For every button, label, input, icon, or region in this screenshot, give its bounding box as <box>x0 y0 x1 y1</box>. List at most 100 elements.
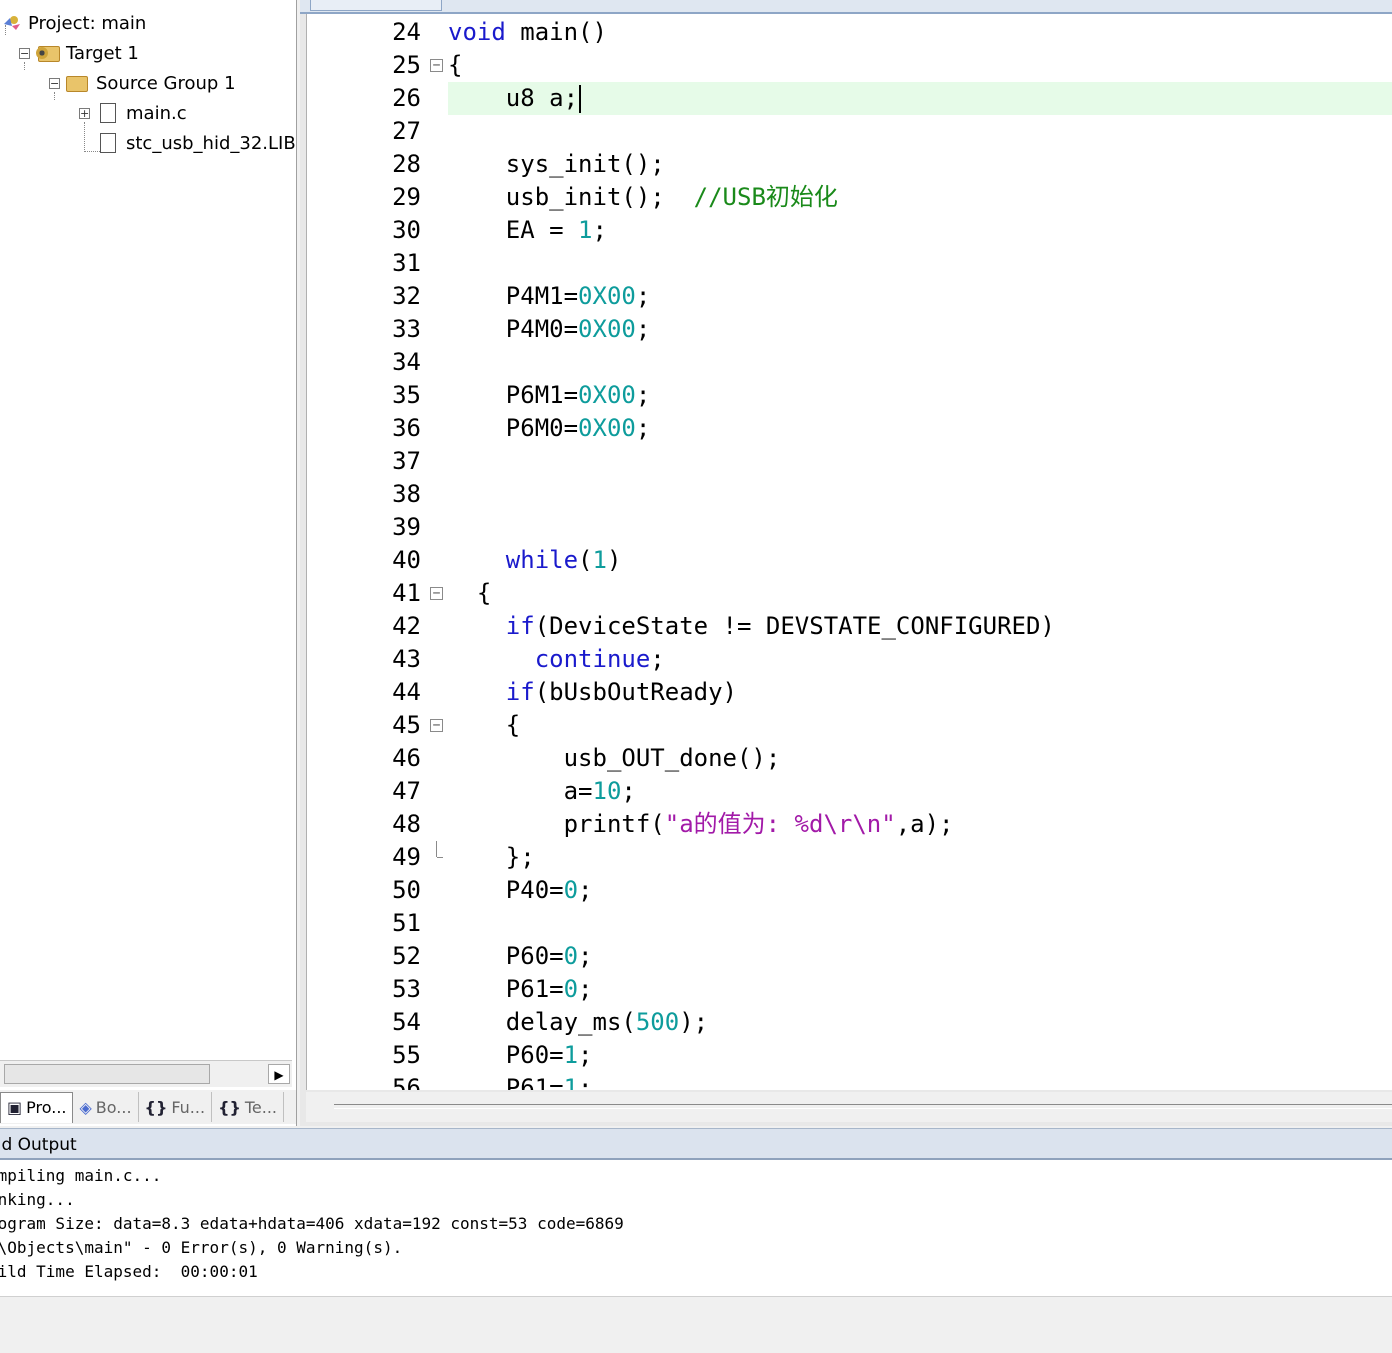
code-line[interactable]: 50 P40=0; <box>307 874 1392 907</box>
project-hscrollbar[interactable]: ▶ <box>0 1060 292 1087</box>
panel-title: ild Output <box>0 1135 77 1155</box>
code-token: ( <box>578 546 593 574</box>
code-line[interactable]: 55 P60=1; <box>307 1039 1392 1072</box>
line-number: 56 <box>392 1074 421 1090</box>
editor-hscrollbar[interactable] <box>306 1092 1392 1122</box>
code-token: 10 <box>592 777 622 805</box>
code-text: u8 a; <box>448 82 1392 115</box>
file-icon <box>96 103 118 123</box>
code-line[interactable]: 28 sys_init(); <box>307 148 1392 181</box>
code-line[interactable]: 46 usb_OUT_done(); <box>307 742 1392 775</box>
code-text: P4M0=0X00; <box>448 313 651 346</box>
code-token: //USB初始化 <box>693 183 838 211</box>
code-line[interactable]: 41− { <box>307 577 1392 610</box>
code-token: usb_OUT_done(); <box>448 744 781 772</box>
code-line[interactable]: 32 P4M1=0X00; <box>307 280 1392 313</box>
code-line[interactable]: 49 }; <box>307 841 1392 874</box>
line-number: 29 <box>392 183 421 211</box>
tree-item-source-group[interactable]: − Source Group 1 <box>49 68 236 98</box>
line-number: 34 <box>392 348 421 376</box>
scroll-track[interactable] <box>334 1104 1392 1109</box>
code-line[interactable]: 53 P61=0; <box>307 973 1392 1006</box>
tab-books[interactable]: ◈ Bo... <box>73 1092 139 1122</box>
code-line[interactable]: 40 while(1) <box>307 544 1392 577</box>
code-token: P6M0= <box>448 414 579 442</box>
tree-item-project[interactable]: Project: main <box>0 8 146 38</box>
code-token: EA = <box>448 216 579 244</box>
code-token: while <box>505 546 579 574</box>
code-token: ; <box>578 942 593 970</box>
code-line[interactable]: 26 u8 a; <box>307 82 1392 115</box>
code-line[interactable]: 56 P61=1; <box>307 1072 1392 1090</box>
code-line[interactable]: 29 usb_init(); //USB初始化 <box>307 181 1392 214</box>
code-token: main() <box>505 18 607 46</box>
file-icon <box>96 133 118 153</box>
code-line[interactable]: 45− { <box>307 709 1392 742</box>
line-number: 37 <box>392 447 421 475</box>
line-number: 44 <box>392 678 421 706</box>
line-number: 28 <box>392 150 421 178</box>
line-number: 43 <box>392 645 421 673</box>
code-line[interactable]: 51 <box>307 907 1392 940</box>
code-line[interactable]: 42 if(DeviceState != DEVSTATE_CONFIGURED… <box>307 610 1392 643</box>
code-line[interactable]: 47 a=10; <box>307 775 1392 808</box>
code-token: delay_ms( <box>448 1008 636 1036</box>
code-token: ; <box>578 876 593 904</box>
code-token: ; <box>592 216 607 244</box>
scroll-right-icon[interactable]: ▶ <box>268 1064 290 1084</box>
line-number: 31 <box>392 249 421 277</box>
code-token: P40= <box>448 876 564 904</box>
tree-item-file[interactable]: + main.c <box>79 98 187 128</box>
code-text: { <box>448 577 491 610</box>
code-token: 1 <box>563 1041 579 1069</box>
fold-collapse-icon[interactable]: − <box>430 59 443 72</box>
tab-templates[interactable]: {} Te... <box>212 1092 284 1122</box>
line-number: 55 <box>392 1041 421 1069</box>
collapse-icon[interactable]: − <box>49 77 60 89</box>
fold-collapse-icon[interactable]: − <box>430 719 443 732</box>
code-line[interactable]: 37 <box>307 445 1392 478</box>
fold-end-marker <box>436 841 443 858</box>
code-line[interactable]: 43 continue; <box>307 643 1392 676</box>
code-line[interactable]: 30 EA = 1; <box>307 214 1392 247</box>
code-line[interactable]: 24 void main() <box>307 16 1392 49</box>
code-line[interactable]: 36 P6M0=0X00; <box>307 412 1392 445</box>
tab-main-c[interactable] <box>310 0 442 11</box>
code-line[interactable]: 54 delay_ms(500); <box>307 1006 1392 1039</box>
tree-item-target[interactable]: − Target 1 <box>19 38 139 68</box>
code-line[interactable]: 27 <box>307 115 1392 148</box>
collapse-icon[interactable]: − <box>19 47 30 59</box>
code-line[interactable]: 35 P6M1=0X00; <box>307 379 1392 412</box>
code-line[interactable]: 48 printf("a的值为: %d\r\n",a); <box>307 808 1392 841</box>
tree-item-file[interactable]: stc_usb_hid_32.LIB <box>96 128 296 158</box>
code-line[interactable]: 44 if(bUsbOutReady) <box>307 676 1392 709</box>
code-token: ) <box>606 546 622 574</box>
code-line[interactable]: 38 <box>307 478 1392 511</box>
code-area[interactable]: 24 void main() 25−{26 u8 a; 27 28 sys_init()… <box>306 14 1392 1090</box>
fold-collapse-icon[interactable]: − <box>430 587 443 600</box>
scroll-thumb[interactable] <box>4 1064 210 1084</box>
code-line[interactable]: 25−{ <box>307 49 1392 82</box>
code-line[interactable]: 31 <box>307 247 1392 280</box>
code-text: if(DeviceState != DEVSTATE_CONFIGURED) <box>448 610 1055 643</box>
line-number: 48 <box>392 810 421 838</box>
code-token: P4M1= <box>448 282 579 310</box>
expand-icon[interactable]: + <box>79 107 90 119</box>
code-text: while(1) <box>448 544 622 577</box>
code-token: "a的值为: %d\r\n" <box>664 810 896 838</box>
code-text: printf("a的值为: %d\r\n",a); <box>448 808 954 841</box>
code-line[interactable]: 33 P4M0=0X00; <box>307 313 1392 346</box>
line-number: 38 <box>392 480 421 508</box>
code-line[interactable]: 34 <box>307 346 1392 379</box>
code-line[interactable]: 52 P60=0; <box>307 940 1392 973</box>
code-token: P61= <box>448 975 564 1003</box>
code-token: 1 <box>592 546 607 574</box>
code-line[interactable]: 39 <box>307 511 1392 544</box>
tab-functions[interactable]: {} Fu... <box>139 1092 213 1122</box>
line-number: 46 <box>392 744 421 772</box>
code-text: { <box>448 49 462 82</box>
tab-project[interactable]: ▣ Pro... <box>0 1091 74 1123</box>
code-token: { <box>448 579 492 607</box>
